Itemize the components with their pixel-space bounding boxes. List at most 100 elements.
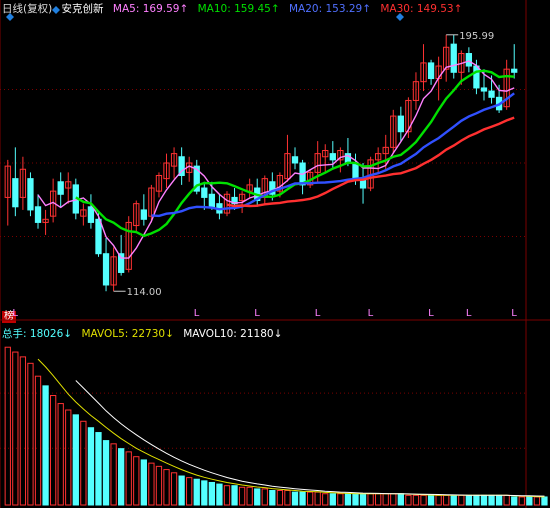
volume-bar: [19, 356, 27, 506]
volume-bar: [95, 432, 102, 506]
diamond-marker: [6, 13, 14, 21]
volume-bar: [284, 490, 291, 506]
candle-body: [465, 53, 473, 67]
volume-bar: [390, 493, 397, 506]
volume-bar: [140, 459, 147, 506]
volume-bar: [155, 465, 163, 506]
candle-body: [473, 65, 480, 89]
volume-bar: [367, 493, 374, 506]
volume-bar: [458, 494, 465, 506]
volume-bar: [125, 451, 132, 506]
volume-bar: [238, 486, 246, 506]
volume-bar: [337, 493, 344, 506]
volume-bar: [269, 490, 276, 506]
volume-bar: [412, 494, 420, 506]
volume-bar: [382, 493, 389, 506]
volume-bar: [511, 496, 518, 506]
volume-bar: [72, 414, 79, 506]
volume-bar: [427, 494, 435, 506]
candle-body: [427, 62, 435, 80]
volume-bar: [193, 478, 200, 506]
volume-bar: [170, 472, 178, 506]
volume-bar: [49, 395, 57, 506]
price-annotation: 114.00: [127, 287, 162, 298]
volume-bar: [397, 493, 404, 506]
signal-marker: L: [368, 308, 374, 319]
volume-bar: [473, 494, 480, 506]
volume-bar: [186, 477, 193, 506]
volume-bar: [465, 494, 473, 506]
diamond-marker: [52, 6, 60, 14]
volume-bar: [480, 494, 488, 506]
volume-bar: [231, 485, 238, 506]
candle-body: [352, 162, 359, 180]
volume-bar: [344, 493, 352, 506]
candle-body: [208, 193, 216, 208]
volume-bar: [314, 491, 321, 506]
volume-bar: [34, 375, 42, 506]
volume-bar: [65, 409, 72, 506]
signal-marker: L: [466, 308, 472, 319]
volume-bar: [329, 493, 336, 506]
volume-bar: [12, 351, 19, 506]
volume-bar: [359, 493, 367, 506]
price-annotation: 195.99: [459, 31, 494, 42]
signal-marker: L: [194, 308, 200, 319]
candle-body: [27, 178, 34, 211]
volume-bar: [110, 443, 117, 506]
volume-bar: [4, 346, 11, 506]
volume-bar: [306, 491, 314, 506]
candle-body: [201, 187, 208, 198]
volume-bar: [216, 483, 223, 506]
volume-bar: [450, 494, 457, 506]
candle-body: [102, 253, 110, 286]
candle-body: [57, 181, 64, 195]
volume-bar: [57, 403, 64, 506]
candle-body: [480, 87, 488, 92]
volume-bar: [352, 493, 359, 506]
volume-bar: [201, 480, 208, 506]
signal-marker: L: [428, 308, 434, 319]
volume-bar: [291, 491, 299, 506]
volume-bar: [27, 362, 34, 506]
volume-bar: [518, 496, 525, 506]
candle-body: [87, 206, 95, 223]
volume-bar: [87, 427, 95, 506]
volume-bar: [246, 486, 253, 506]
volume-bar: [443, 494, 450, 506]
signal-marker: L: [254, 308, 260, 319]
volume-bar: [118, 448, 125, 506]
kline-chart[interactable]: 195.99 114.00 L L L L L L L L: [0, 0, 550, 508]
candle-body: [397, 115, 404, 133]
volume-bar: [526, 496, 533, 506]
candle-body: [511, 68, 518, 73]
volume-bar: [80, 420, 87, 506]
candle-body: [140, 209, 147, 220]
volume-bar: [405, 494, 412, 506]
candle-body: [450, 43, 457, 73]
volume-bar: [495, 494, 503, 506]
signal-marker: L: [511, 308, 517, 319]
volume-bar: [133, 456, 140, 506]
signal-marker: L: [315, 308, 321, 319]
volume-bar: [375, 493, 382, 506]
candle-body: [118, 253, 125, 273]
candle-body: [329, 153, 336, 161]
volume-bar: [488, 494, 495, 506]
volume-bar: [254, 488, 261, 506]
candle-body: [12, 178, 19, 208]
volume-bar: [299, 491, 306, 506]
volume-bar: [42, 385, 49, 506]
candle-body: [95, 218, 102, 255]
volume-bar: [503, 494, 510, 506]
volume-bar: [163, 469, 170, 506]
volume-bar: [102, 440, 110, 506]
signal-marker: L: [12, 308, 18, 319]
volume-bar: [322, 493, 329, 506]
volume-bar: [261, 488, 268, 506]
candle-body: [291, 156, 299, 164]
candle-body: [488, 90, 495, 98]
volume-bar: [178, 475, 185, 506]
volume-bar: [435, 494, 442, 506]
volume-bar: [533, 496, 541, 506]
